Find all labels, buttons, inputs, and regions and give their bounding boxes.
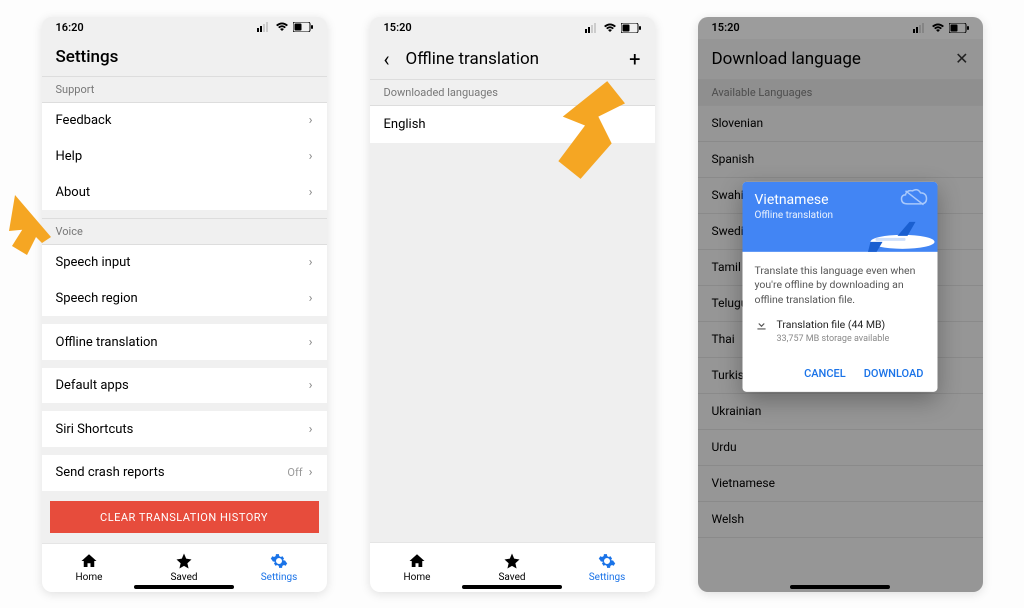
chevron-icon: › — [309, 149, 313, 164]
page-title: Settings — [56, 47, 313, 67]
section-header-downloaded: Downloaded languages — [370, 79, 655, 106]
file-label: Translation file (44 MB) — [777, 318, 890, 333]
chevron-icon: › — [309, 335, 313, 350]
download-dialog: Vietnamese Offline translation Translate… — [743, 182, 938, 392]
download-icon — [755, 318, 769, 332]
status-icons — [585, 23, 641, 33]
home-icon — [408, 552, 426, 570]
star-icon — [503, 552, 521, 570]
signal-icon — [585, 23, 599, 33]
tab-label: Settings — [261, 572, 298, 583]
section-header-voice: Voice — [42, 218, 327, 245]
row-label: Speech input — [56, 255, 131, 270]
status-time: 16:20 — [56, 21, 84, 34]
back-button[interactable]: ‹ — [384, 47, 390, 71]
chevron-icon: › — [309, 291, 313, 306]
battery-icon — [621, 23, 641, 33]
battery-icon — [293, 22, 313, 32]
home-icon — [80, 552, 98, 570]
row-english[interactable]: English — [370, 106, 655, 143]
row-label: About — [56, 185, 91, 200]
home-indicator — [790, 585, 890, 589]
status-bar: 16:20 — [42, 17, 327, 38]
row-label: Siri Shortcuts — [56, 422, 134, 437]
row-default-apps[interactable]: Default apps › — [42, 368, 327, 404]
row-label: Default apps — [56, 378, 129, 393]
off-label: Off — [287, 466, 302, 479]
nav-bar: Settings — [42, 38, 327, 77]
row-help[interactable]: Help › — [42, 139, 327, 175]
row-label: Offline translation — [56, 335, 158, 350]
star-icon — [175, 552, 193, 570]
chevron-icon: › — [309, 255, 313, 270]
clear-history-button[interactable]: CLEAR TRANSLATION HISTORY — [50, 501, 319, 534]
tab-label: Home — [76, 572, 103, 583]
airplane-icon — [848, 214, 938, 252]
row-label: Send crash reports — [56, 465, 165, 480]
tab-label: Saved — [170, 572, 197, 583]
tab-home[interactable]: Home — [42, 544, 137, 591]
page-title: Offline translation — [406, 49, 614, 69]
chevron-icon: › — [309, 465, 313, 480]
status-bar: 15:20 — [370, 17, 655, 39]
row-siri-shortcuts[interactable]: Siri Shortcuts › — [42, 411, 327, 447]
row-about[interactable]: About › — [42, 174, 327, 210]
signal-icon — [257, 22, 271, 32]
row-speech-region[interactable]: Speech region › — [42, 281, 327, 317]
section-header-support: Support — [42, 76, 327, 103]
dialog-header: Vietnamese Offline translation — [743, 182, 938, 252]
row-crash-reports[interactable]: Send crash reports Off › — [42, 455, 327, 491]
status-time: 15:20 — [384, 21, 412, 34]
screen-settings: 16:20 Settings Support Feedback › Help ›… — [42, 17, 327, 592]
tab-label: Home — [404, 572, 431, 583]
tab-label: Saved — [498, 572, 525, 583]
dialog-actions: CANCEL DOWNLOAD — [743, 357, 938, 392]
wifi-icon — [275, 22, 289, 32]
row-label: Feedback — [56, 113, 112, 128]
row-offline-translation[interactable]: Offline translation › — [42, 324, 327, 360]
tab-home[interactable]: Home — [370, 543, 465, 592]
storage-label: 33,757 MB storage available — [777, 332, 890, 345]
row-label: English — [384, 117, 426, 132]
gear-icon — [270, 552, 288, 570]
home-indicator — [462, 585, 562, 589]
row-speech-input[interactable]: Speech input › — [42, 245, 327, 281]
row-label: Speech region — [56, 291, 138, 306]
screen-offline-translation: 15:20 ‹ Offline translation + Downloaded… — [370, 17, 655, 592]
screen-download-language: 15:20 Download language ✕ Available Lang… — [698, 17, 983, 592]
tab-label: Settings — [589, 572, 626, 583]
cloud-off-icon — [900, 188, 930, 208]
gear-icon — [598, 552, 616, 570]
wifi-icon — [603, 23, 617, 33]
nav-bar: ‹ Offline translation + — [370, 39, 655, 79]
row-feedback[interactable]: Feedback › — [42, 103, 327, 139]
home-indicator — [134, 585, 234, 589]
row-label: Help — [56, 149, 83, 164]
chevron-icon: › — [309, 185, 313, 200]
status-icons — [257, 22, 313, 32]
tab-settings[interactable]: Settings — [560, 543, 655, 592]
chevron-icon: › — [309, 378, 313, 393]
chevron-icon: › — [309, 422, 313, 437]
tab-settings[interactable]: Settings — [232, 544, 327, 591]
dialog-body-text: Translate this language even when you're… — [755, 264, 926, 308]
dialog-body: Translate this language even when you're… — [743, 252, 938, 357]
chevron-icon: › — [309, 113, 313, 128]
cancel-button[interactable]: CANCEL — [804, 367, 846, 380]
add-button[interactable]: + — [629, 47, 640, 71]
download-button[interactable]: DOWNLOAD — [864, 367, 924, 380]
